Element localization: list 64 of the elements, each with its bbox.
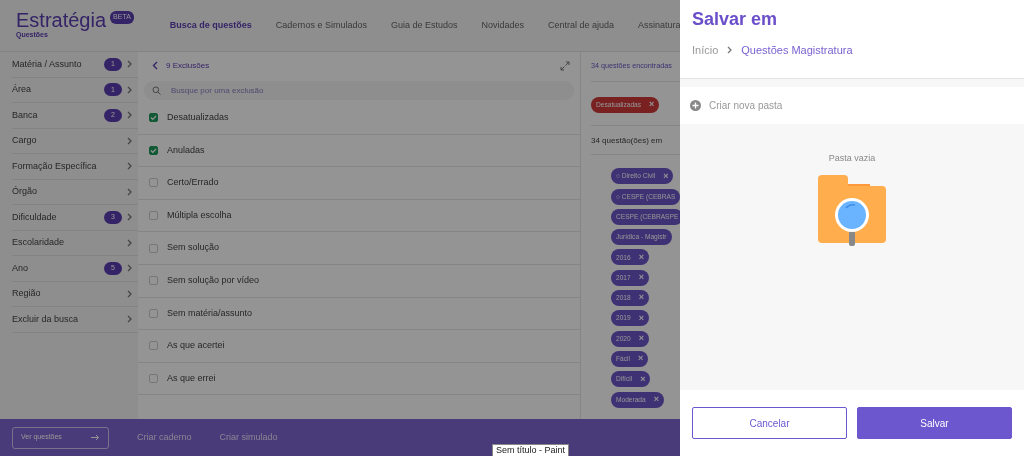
cancel-button[interactable]: Cancelar <box>692 407 847 439</box>
chevron-right-icon <box>727 46 733 55</box>
chevron-right-icon <box>127 187 132 196</box>
filter-label: Ano <box>12 261 29 275</box>
checkbox[interactable] <box>149 145 158 155</box>
option-label: Anuladas <box>167 143 205 157</box>
bottom-link[interactable]: Criar simulado <box>219 430 278 445</box>
empty-message: Pasta vazia <box>828 151 876 165</box>
chevron-right-icon <box>127 289 132 298</box>
nav-link[interactable]: Central de ajuda <box>548 18 615 33</box>
filter-label: Órgão <box>12 185 38 198</box>
option-label: Certo/Errado <box>167 176 219 190</box>
filter-label: Cargo <box>12 134 38 147</box>
plus-circle-icon <box>690 99 701 111</box>
checkbox[interactable] <box>149 374 158 384</box>
save-button[interactable]: Salvar <box>857 407 1012 439</box>
checkbox[interactable] <box>149 178 158 188</box>
option-label: As que acertei <box>167 339 225 353</box>
folder-magnifier-icon <box>818 175 886 246</box>
taskbar-tooltip: Sem título - Paint <box>492 444 570 456</box>
logo-text: Estratégia <box>16 10 107 31</box>
checkbox[interactable] <box>149 243 158 253</box>
drawer-title: Salvar em <box>692 8 779 31</box>
filter-label: Matéria / Assunto <box>12 57 83 71</box>
new-folder-link[interactable]: Criar nova pasta <box>709 97 783 113</box>
exclusions-title: 9 Exclusões <box>166 59 211 72</box>
checkbox[interactable] <box>149 211 158 221</box>
filter-label: Formação Específica <box>12 159 98 173</box>
option-label: Sem matéria/assunto <box>167 306 253 320</box>
chevron-right-icon <box>127 111 132 120</box>
checkbox[interactable] <box>149 276 158 286</box>
chevron-right-icon <box>127 162 132 171</box>
option-label: Múltipla escolha <box>167 208 232 222</box>
nav-link[interactable]: Novidades <box>481 18 524 33</box>
chevron-right-icon <box>127 238 132 247</box>
filter-label: Escolaridade <box>12 236 66 249</box>
filter-label: Banca <box>12 108 39 122</box>
checkbox[interactable] <box>149 341 158 351</box>
option-label: Sem solução por vídeo <box>167 274 260 287</box>
nav-link[interactable]: Guia de Estudos <box>390 18 458 33</box>
expand-icon <box>560 60 570 71</box>
option-label: Desatualizadas <box>167 111 229 125</box>
chevron-right-icon <box>127 85 132 94</box>
option-label: As que errei <box>167 371 216 385</box>
filter-label: Região <box>12 287 42 300</box>
back-chevron-icon <box>152 61 158 70</box>
filter-label: Área <box>12 83 32 96</box>
checkbox[interactable] <box>149 308 158 318</box>
arrow-right-icon <box>91 434 100 441</box>
chevron-right-icon <box>127 264 132 273</box>
chevron-right-icon <box>127 213 132 222</box>
nav-link[interactable]: Busca de questões <box>169 18 252 33</box>
filter-label: Dificuldade <box>12 210 58 224</box>
nav-link[interactable]: Assinatura <box>638 18 680 33</box>
checkbox[interactable] <box>149 113 158 123</box>
filter-label: Excluir da busca <box>12 312 80 326</box>
option-label: Sem solução <box>167 241 220 255</box>
chevron-right-icon <box>127 136 132 145</box>
breadcrumb-link[interactable]: Início <box>692 42 719 59</box>
chevron-right-icon <box>127 60 132 69</box>
breadcrumb-link[interactable]: Questões Magistratura <box>741 42 853 59</box>
bottom-link[interactable]: Criar caderno <box>137 430 192 445</box>
nav-link[interactable]: Cadernos e Simulados <box>275 18 367 33</box>
chevron-right-icon <box>127 315 132 324</box>
